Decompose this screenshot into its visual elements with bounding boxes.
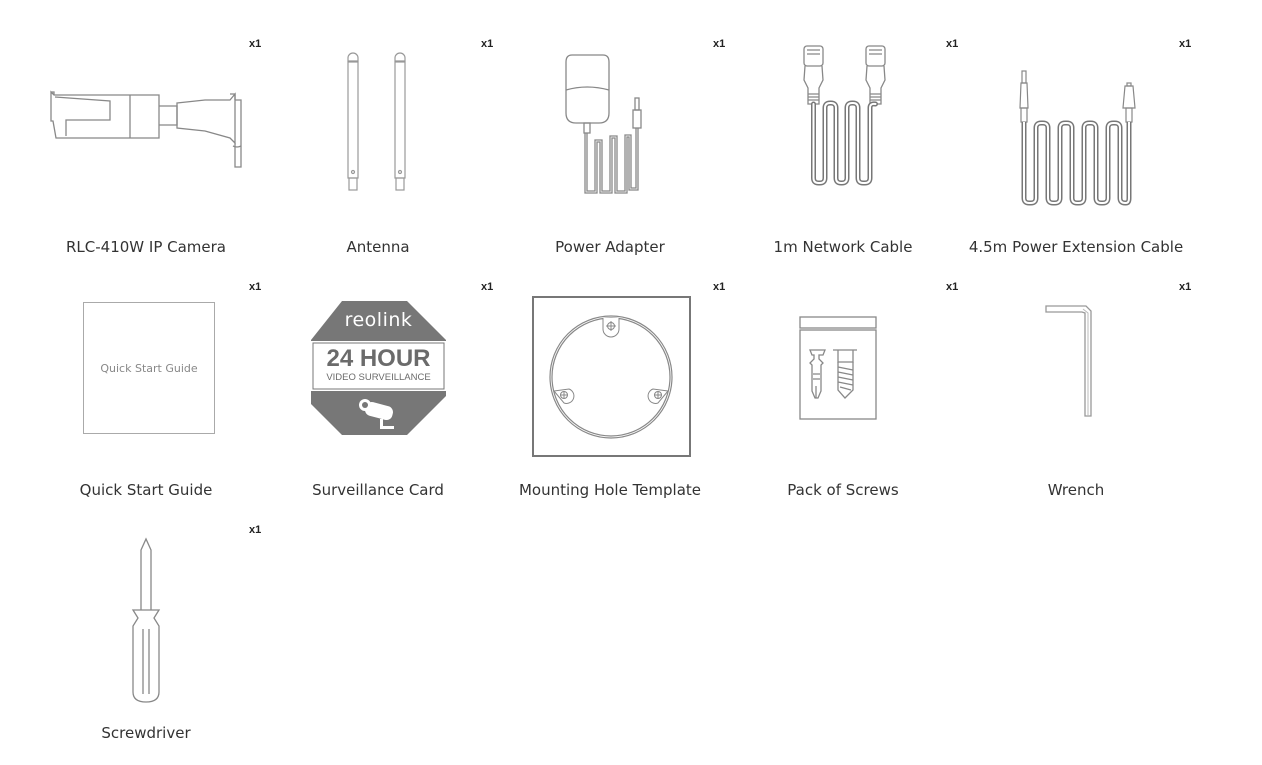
card-subline: VIDEO SURVEILLANCE	[326, 372, 431, 383]
item-label: Power Adapter	[555, 238, 665, 256]
item-label: 4.5m Power Extension Cable	[968, 238, 1184, 256]
item-camera: x1 RLC-410W IP Camera	[30, 28, 262, 271]
quantity-badge: x1	[713, 38, 726, 50]
item-label: 1m Network Cable	[773, 238, 913, 256]
quantity-badge: x1	[946, 38, 959, 50]
quantity-badge: x1	[1179, 281, 1192, 293]
quick-start-guide-icon: Quick Start Guide	[30, 271, 262, 471]
screws-pack-icon	[727, 271, 959, 471]
card-headline: 24 HOUR	[326, 345, 431, 372]
item-label: Pack of Screws	[787, 481, 899, 499]
item-extension-cable: x1 4.5m Power Extension Cable	[960, 28, 1192, 271]
item-antenna: x1 Antenna	[262, 28, 494, 271]
item-label: Mounting Hole Template	[518, 481, 702, 499]
wrench-icon	[960, 271, 1192, 471]
item-label: Wrench	[1047, 481, 1105, 499]
quantity-badge: x1	[1179, 38, 1192, 50]
quantity-badge: x1	[249, 281, 262, 293]
camera-icon	[30, 28, 262, 228]
item-surveillance-card: reolink 24 HOUR VIDEO SURVEILLANCE x1 Su…	[262, 271, 494, 514]
quantity-badge: x1	[249, 38, 262, 50]
surveillance-card-icon: reolink 24 HOUR VIDEO SURVEILLANCE	[262, 271, 494, 471]
antenna-icon	[262, 28, 494, 228]
power-adapter-icon	[494, 28, 726, 228]
quantity-badge: x1	[946, 281, 959, 293]
brand-logo: reolink	[344, 309, 413, 331]
item-label: Antenna	[346, 238, 410, 256]
screwdriver-icon	[30, 514, 262, 714]
item-screws-pack: x1 Pack of Screws	[727, 271, 959, 514]
network-cable-icon	[727, 28, 959, 228]
item-quick-start-guide: Quick Start Guide x1 Quick Start Guide	[30, 271, 262, 514]
extension-cable-icon	[960, 28, 1192, 228]
guide-cover-text: Quick Start Guide	[100, 361, 198, 375]
item-wrench: x1 Wrench	[960, 271, 1192, 514]
item-label: Screwdriver	[101, 724, 191, 742]
quantity-badge: x1	[713, 281, 726, 293]
item-label: Quick Start Guide	[79, 481, 213, 499]
quantity-badge: x1	[481, 281, 494, 293]
item-label: RLC-410W IP Camera	[66, 238, 226, 256]
mounting-template-icon	[494, 271, 726, 471]
item-mounting-template: x1 Mounting Hole Template	[494, 271, 726, 514]
item-screwdriver: x1 Screwdriver	[30, 514, 262, 757]
quantity-badge: x1	[481, 38, 494, 50]
quantity-badge: x1	[249, 524, 262, 536]
item-label: Surveillance Card	[312, 481, 444, 499]
item-network-cable: x1 1m Network Cable	[727, 28, 959, 271]
item-power-adapter: x1 Power Adapter	[494, 28, 726, 271]
